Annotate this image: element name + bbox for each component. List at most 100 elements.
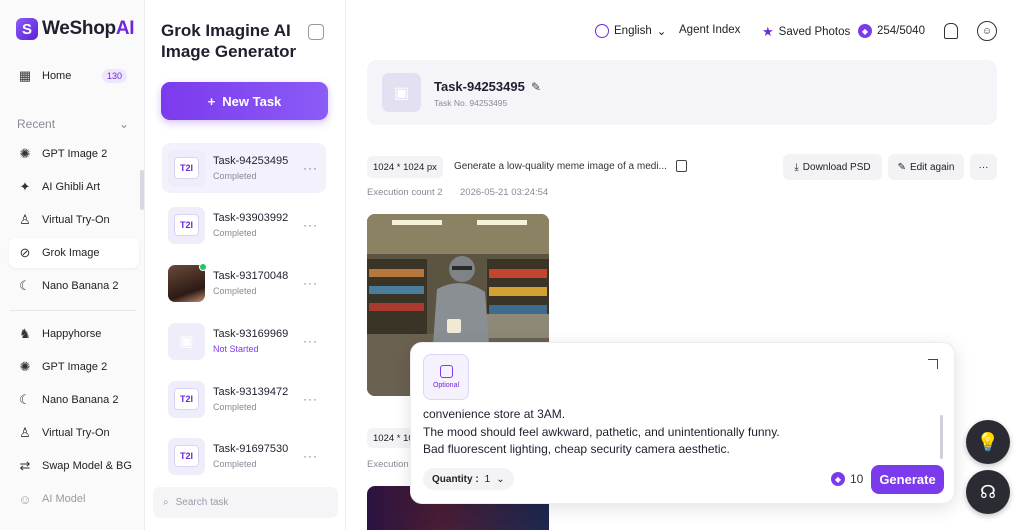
more-options-icon: ···: [978, 161, 989, 173]
task-thumb: T2I: [168, 380, 205, 418]
logo-mark-icon: S: [16, 18, 38, 40]
sidebar-item-nano-banana-2[interactable]: ☾ Nano Banana 2: [9, 271, 139, 301]
home-badge: 130: [101, 69, 127, 83]
lightbulb-icon[interactable]: 💡: [966, 420, 1010, 464]
sidebar-scrollbar[interactable]: [140, 170, 144, 210]
optional-label: Optional: [432, 382, 460, 389]
task-number: Task No. 94253495: [434, 98, 508, 108]
star-icon: ★: [762, 24, 774, 39]
more-options-icon[interactable]: ···: [303, 276, 318, 290]
sidebar-item-gpt-image-2[interactable]: ✺ GPT Image 2: [9, 139, 139, 169]
logo-text: WeShop: [42, 18, 116, 39]
task-item[interactable]: T2I Task-91697530 Completed ···: [162, 431, 326, 481]
t2i-icon: T2I: [174, 157, 199, 179]
task-name: Task-93903992: [213, 212, 289, 224]
openai-icon: ✺: [19, 146, 31, 161]
recent-section-toggle[interactable]: Recent ⌄: [17, 117, 129, 131]
generate-button[interactable]: Generate: [871, 465, 944, 494]
banana-icon: ☾: [19, 278, 31, 293]
task-header-card: ▣ Task-94253495 ✎ Task No. 94253495: [367, 60, 997, 125]
agent-index-link[interactable]: Agent Index: [679, 24, 740, 36]
sidebar-item-label: GPT Image 2: [42, 361, 108, 373]
optional-image-upload[interactable]: Optional: [423, 354, 469, 400]
search-icon: ⌕: [163, 497, 169, 508]
sidebar-item-swap-model-bg[interactable]: ⇄ Swap Model & BG: [9, 451, 139, 481]
agent-index-label: Agent Index: [679, 24, 741, 36]
coin-icon: ◆: [858, 24, 872, 38]
saved-photos-label: Saved Photos: [778, 26, 851, 38]
model-icon: ☺: [18, 491, 32, 507]
sidebar-item-virtual-try-on[interactable]: ♙ Virtual Try-On: [9, 205, 139, 235]
more-options-button[interactable]: ···: [970, 154, 997, 180]
sidebar-item-nano-banana-2-tool[interactable]: ☾ Nano Banana 2: [9, 385, 139, 415]
image-placeholder-icon: ▣: [382, 73, 421, 112]
prompt-scrollbar[interactable]: [940, 415, 943, 459]
edit-pencil-icon[interactable]: ✎: [531, 80, 541, 94]
saved-photos-link[interactable]: ★ Saved Photos: [762, 24, 850, 40]
image-placeholder-icon: ▣: [179, 333, 194, 350]
credits-counter[interactable]: ◆ 254/5040: [858, 24, 925, 38]
more-options-icon[interactable]: ···: [303, 218, 318, 232]
task-status: Completed: [213, 228, 257, 238]
sidebar-item-ai-model[interactable]: ☺ AI Model: [9, 484, 139, 514]
task-item[interactable]: ▣ Task-93169969 Not Started ···: [162, 316, 326, 366]
copy-icon[interactable]: [676, 160, 687, 172]
execution-date: 2026-05-21 03:24:54: [460, 187, 549, 198]
edit-again-button[interactable]: ✎ Edit again: [888, 154, 964, 180]
swap-icon: ⇄: [19, 458, 31, 473]
task-item[interactable]: T2I Task-94253495 Completed ···: [162, 143, 326, 193]
size-chip: 1024 * 1024 px: [367, 156, 443, 178]
task-thumb: T2I: [168, 437, 205, 475]
more-options-icon[interactable]: ···: [303, 161, 318, 175]
chevron-down-icon: ⌄: [118, 117, 129, 131]
add-image-icon: [439, 365, 453, 378]
support-headset-icon[interactable]: ☊: [966, 470, 1010, 514]
search-task-input[interactable]: ⌕ Search task: [153, 487, 338, 518]
task-item[interactable]: T2I Task-93139472 Completed ···: [162, 374, 326, 424]
task-item[interactable]: Task-93170048 Completed ···: [162, 258, 326, 308]
language-selector[interactable]: English ⌄: [595, 24, 666, 38]
quantity-select[interactable]: Quantity : 1 ⌄: [423, 468, 514, 490]
prompt-textarea[interactable]: convenience store at 3AM. The mood shoul…: [423, 406, 938, 459]
more-options-icon[interactable]: ···: [303, 449, 318, 463]
more-options-icon[interactable]: ···: [303, 334, 318, 348]
sidebar-item-label: Nano Banana 2: [42, 394, 119, 406]
task-thumb: ▣: [168, 322, 205, 360]
sidebar-item-virtual-try-on-tool[interactable]: ♙ Virtual Try-On: [9, 418, 139, 448]
new-task-button[interactable]: + New Task: [161, 82, 328, 120]
openai-icon: ✺: [19, 359, 31, 374]
cost-value: 10: [850, 472, 864, 486]
bell-icon[interactable]: [944, 23, 958, 39]
sidebar-item-grok-image[interactable]: ⊘ Grok Image: [9, 238, 139, 268]
task-item[interactable]: T2I Task-93903992 Completed ···: [162, 200, 326, 250]
more-options-icon[interactable]: ···: [303, 392, 318, 406]
language-label: English: [614, 25, 652, 37]
grok-icon: ⊘: [19, 245, 31, 260]
task-panel: Grok Imagine AI Image Generator + New Ta…: [145, 0, 346, 530]
sidebar-item-home[interactable]: ▦ Home 130: [9, 61, 139, 91]
prompt-preview: Generate a low-quality meme image of a m…: [454, 161, 667, 172]
horse-icon: ♞: [19, 326, 31, 341]
chevron-down-icon: ⌄: [656, 26, 667, 38]
expand-icon[interactable]: [928, 359, 938, 369]
dress-icon: ♙: [19, 425, 31, 440]
sidebar-item-label: Grok Image: [42, 247, 100, 259]
bookmark-icon[interactable]: [308, 24, 324, 40]
task-name: Task-94253495: [213, 155, 289, 167]
coin-icon: ◆: [831, 472, 845, 486]
app-root: S WeShopAI ▦ Home 130 Recent ⌄ ✺ GPT Ima…: [0, 0, 1024, 530]
task-status: Completed: [213, 459, 257, 469]
plus-icon: +: [207, 93, 216, 109]
sidebar-item-ai-ghibli-art[interactable]: ✦ AI Ghibli Art: [9, 172, 139, 202]
t2i-icon: T2I: [174, 445, 199, 467]
sidebar-item-happyhorse[interactable]: ♞ Happyhorse: [9, 319, 139, 349]
download-psd-button[interactable]: ⤓ Download PSD: [783, 154, 882, 180]
brand-logo[interactable]: S WeShopAI: [16, 18, 135, 40]
top-bar: English ⌄ Agent Index ★ Saved Photos ◆ 2…: [346, 0, 1024, 62]
task-name: Task-93139472: [213, 386, 289, 398]
user-avatar-icon[interactable]: ☺: [977, 21, 997, 41]
chevron-down-icon: ⌄: [496, 473, 505, 485]
sidebar-item-gpt-image-2-tool[interactable]: ✺ GPT Image 2: [9, 352, 139, 382]
sidebar-item-label: Swap Model & BG: [42, 460, 132, 472]
task-title: Task-94253495: [434, 79, 525, 94]
